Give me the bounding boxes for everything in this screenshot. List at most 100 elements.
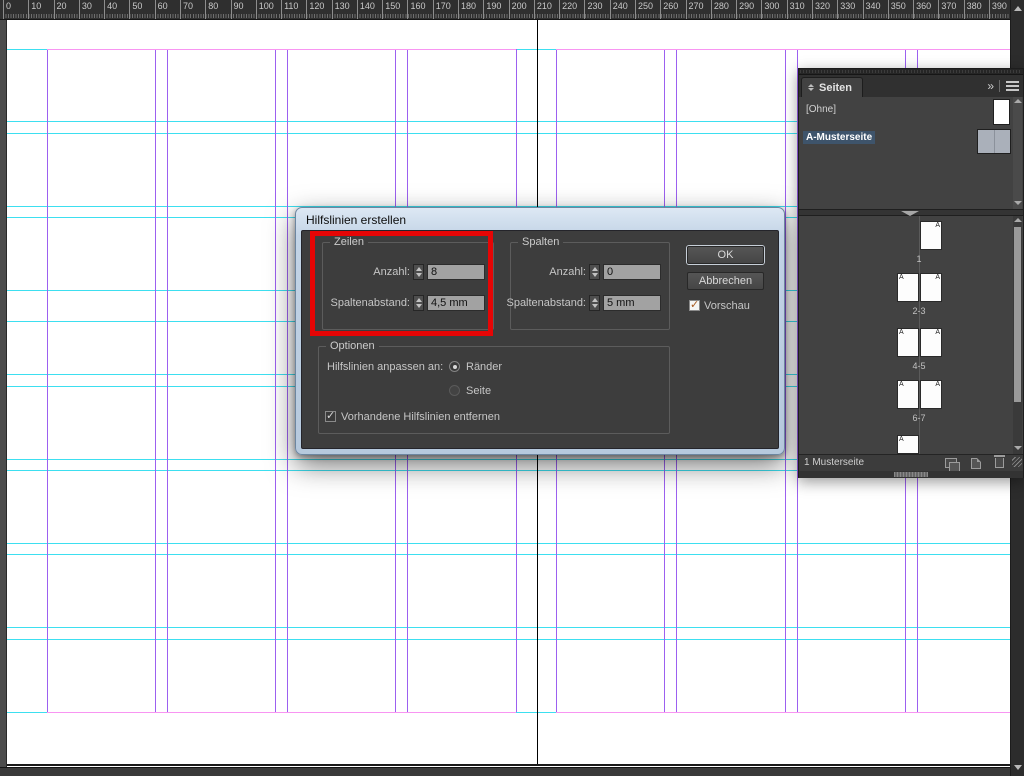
page-label: 1 xyxy=(897,254,941,264)
page-thumbnail[interactable]: A xyxy=(920,221,942,250)
ruler-tick-label: 330 xyxy=(840,1,855,11)
ruler-tick-label: 140 xyxy=(360,1,375,11)
page-thumbnail[interactable]: A xyxy=(920,380,942,409)
column-guide xyxy=(167,49,168,712)
ruler-tick: 130 xyxy=(332,0,333,19)
page-bottom-edge xyxy=(7,764,1010,766)
ruler-tick-label: 160 xyxy=(410,1,425,11)
preview-checkbox[interactable]: ✓ xyxy=(689,300,700,311)
master-letter: A xyxy=(899,329,904,337)
ruler-tick-label: 10 xyxy=(31,1,41,11)
ruler-tick: 290 xyxy=(736,0,737,19)
columns-number-stepper[interactable] xyxy=(589,264,600,280)
master-count-label: 1 Musterseite xyxy=(804,457,864,468)
fit-page-label: Seite xyxy=(466,385,491,397)
columns-number-field[interactable]: 0 xyxy=(603,264,661,280)
ruler-tick-label: 260 xyxy=(663,1,678,11)
ruler-tick: 200 xyxy=(509,0,510,19)
fit-guides-label: Hilfslinien anpassen an: xyxy=(327,361,443,373)
ruler-tick-label: 220 xyxy=(562,1,577,11)
row-guide xyxy=(7,543,1010,544)
columns-gutter-stepper[interactable] xyxy=(589,295,600,311)
panel-horizontal-scrollbar[interactable] xyxy=(799,471,1023,478)
horizontal-scrollbar[interactable] xyxy=(0,767,1010,776)
ruler-tick: 160 xyxy=(407,0,408,19)
page-thumbnail[interactable]: A xyxy=(920,273,942,302)
ruler-tick: 280 xyxy=(711,0,712,19)
master-thumbnail[interactable] xyxy=(993,99,1010,125)
ruler-tick-label: 170 xyxy=(436,1,451,11)
panel-menu-icon[interactable] xyxy=(1006,81,1019,91)
ruler-tick: 190 xyxy=(483,0,484,19)
master-thumbnail[interactable] xyxy=(977,129,1011,154)
page-thumbnail[interactable]: A xyxy=(897,380,919,409)
panel-resize-grip[interactable] xyxy=(1012,457,1022,467)
delete-page-button[interactable] xyxy=(995,458,1004,468)
arrow-down-icon xyxy=(1014,201,1022,205)
master-row[interactable]: A-Musterseite xyxy=(799,127,1015,155)
ruler-tick-label: 40 xyxy=(107,1,117,11)
master-letter: A xyxy=(935,222,940,230)
panel-splitter[interactable] xyxy=(799,209,1023,216)
ruler-tick-label: 0 xyxy=(6,1,11,11)
page-thumbnail[interactable]: A xyxy=(897,328,919,357)
preview-label: Vorschau xyxy=(704,300,750,312)
ruler-tick: 270 xyxy=(686,0,687,19)
master-name-label[interactable]: [Ohne] xyxy=(803,103,839,116)
masters-scrollbar[interactable] xyxy=(1013,97,1022,209)
tab-seiten[interactable]: Seiten xyxy=(801,77,863,97)
new-page-button[interactable] xyxy=(971,458,981,469)
ruler-tick-label: 110 xyxy=(284,1,298,11)
panel-tab-strip: Seiten » xyxy=(799,75,1023,97)
margin-guide xyxy=(556,712,1010,713)
columns-gutter-field[interactable]: 5 mm xyxy=(603,295,661,311)
page-thumbnail[interactable]: A xyxy=(897,435,919,454)
fit-margins-radio[interactable] xyxy=(449,361,460,372)
ruler-tick: 140 xyxy=(357,0,358,19)
columns-number-label: Anzahl: xyxy=(549,266,586,278)
ruler-tick: 80 xyxy=(205,0,206,19)
master-row[interactable]: [Ohne] xyxy=(799,99,1015,127)
scrollbar-thumb[interactable] xyxy=(1014,227,1021,402)
margin-guide xyxy=(556,49,1010,50)
page-label: 6-7 xyxy=(897,413,941,423)
ruler-tick: 0 xyxy=(3,0,4,19)
row-guide xyxy=(7,639,1010,640)
remove-existing-checkbox[interactable]: ✓ xyxy=(325,411,336,422)
ruler-tick: 30 xyxy=(79,0,80,19)
pages-scrollbar[interactable] xyxy=(1013,216,1022,454)
fit-page-radio[interactable] xyxy=(449,385,460,396)
ruler-tick-label: 360 xyxy=(916,1,931,11)
arrow-up-icon xyxy=(1014,6,1022,11)
edit-page-size-button[interactable] xyxy=(945,458,957,468)
page-thumbnail[interactable]: A xyxy=(920,328,942,357)
ruler-tick-label: 30 xyxy=(82,1,92,11)
scroll-down-button[interactable] xyxy=(1011,759,1024,775)
ruler-tick-label: 50 xyxy=(132,1,142,11)
ruler-tick: 350 xyxy=(888,0,889,19)
ruler-tick: 150 xyxy=(382,0,383,19)
master-letter: A xyxy=(899,381,904,389)
spin-down-icon xyxy=(592,273,598,277)
ruler-tick: 70 xyxy=(180,0,181,19)
columns-gutter-label: Spaltenabstand: xyxy=(506,297,586,309)
ok-button[interactable]: OK xyxy=(687,246,764,264)
tab-seiten-label: Seiten xyxy=(819,82,852,94)
ruler-tick-label: 80 xyxy=(208,1,218,11)
ruler-tick-label: 130 xyxy=(335,1,350,11)
cancel-button[interactable]: Abbrechen xyxy=(687,272,764,290)
master-name-label[interactable]: A-Musterseite xyxy=(803,131,875,144)
ruler-tick: 210 xyxy=(534,0,535,19)
page-label: 2-3 xyxy=(897,306,941,316)
ruler-tick: 300 xyxy=(761,0,762,19)
pages-panel: Seiten » [Ohne]A-Musterseite A1AA2-3AA4-… xyxy=(798,68,1024,478)
ruler-tick-label: 240 xyxy=(613,1,628,11)
page-thumbnail[interactable]: A xyxy=(897,273,919,302)
scroll-up-button[interactable] xyxy=(1011,0,1024,16)
horizontal-ruler[interactable]: 0102030405060708090100110120130140150160… xyxy=(0,0,1010,20)
scrollbar-thumb[interactable] xyxy=(894,472,928,477)
ruler-tick: 110 xyxy=(281,0,282,19)
ruler-tick-label: 210 xyxy=(537,1,552,11)
dialog-title: Hilfslinien erstellen xyxy=(306,213,406,227)
collapse-panel-icon[interactable]: » xyxy=(987,79,993,93)
